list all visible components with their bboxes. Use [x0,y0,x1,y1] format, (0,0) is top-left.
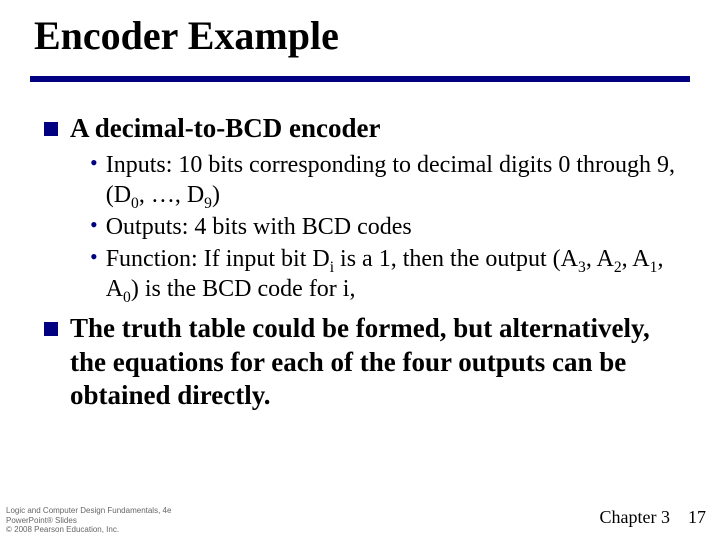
chapter-label: Chapter 3 [600,507,670,527]
footer-copyright: Logic and Computer Design Fundamentals, … [6,506,171,534]
subbullet-text: Inputs: 10 bits corresponding to decimal… [106,150,684,210]
text-run: ) is the BCD code for i, [131,276,356,302]
dot-bullet-icon: • [90,150,98,176]
subscript: 0 [131,195,139,212]
bullet-text: The truth table could be formed, but alt… [70,312,684,413]
square-bullet-icon [44,122,58,136]
text-run: , A [586,246,614,272]
subscript: 9 [204,195,212,212]
slide: Encoder Example A decimal-to-BCD encoder… [0,0,720,540]
text-run: Function: If input bit D [106,246,330,272]
footer-page-info: Chapter 3 17 [600,507,706,528]
text-run: , A [622,246,650,272]
text-run: is a 1, then the output (A [334,246,578,272]
square-bullet-icon [44,322,58,336]
dot-bullet-icon: • [90,212,98,238]
page-number: 17 [688,507,706,527]
footer-line: PowerPoint® Slides [6,516,171,525]
subscript: 0 [123,289,131,306]
slide-title: Encoder Example [34,12,339,59]
subbullet-text: Outputs: 4 bits with BCD codes [106,212,684,242]
subbullet-inputs: • Inputs: 10 bits corresponding to decim… [90,150,684,210]
bullet-text: A decimal-to-BCD encoder [70,112,684,146]
subbullet-function: • Function: If input bit Di is a 1, then… [90,244,684,304]
subbullet-text: Function: If input bit Di is a 1, then t… [106,244,684,304]
text-run: ) [212,182,220,208]
text-run: , …, D [139,182,204,208]
subscript: 2 [614,259,622,276]
footer-line: Logic and Computer Design Fundamentals, … [6,506,171,515]
title-underline [30,76,690,82]
subscript: 3 [578,259,586,276]
subbullet-outputs: • Outputs: 4 bits with BCD codes [90,212,684,242]
bullet-encoder-heading: A decimal-to-BCD encoder [44,112,684,146]
dot-bullet-icon: • [90,244,98,270]
footer-line: © 2008 Pearson Education, Inc. [6,525,171,534]
content-body: A decimal-to-BCD encoder • Inputs: 10 bi… [44,104,684,417]
bullet-truth-table: The truth table could be formed, but alt… [44,312,684,413]
